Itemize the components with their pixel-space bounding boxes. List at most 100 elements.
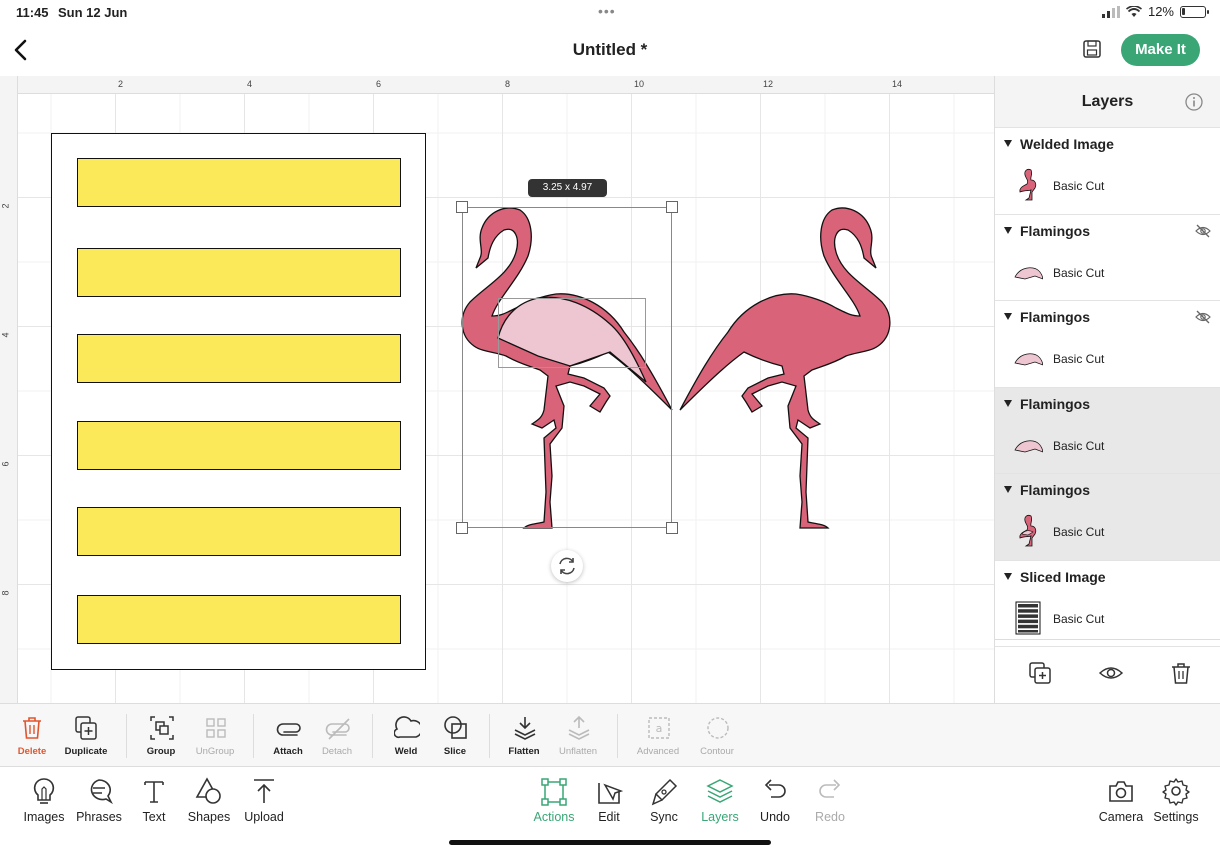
attach-button[interactable]: Attach [260, 704, 316, 768]
flamingo-icon [1019, 168, 1037, 201]
design-canvas[interactable]: 2 4 6 8 10 12 14 2 4 6 8 3.25 x 4.97 [0, 76, 994, 703]
strips-icon [1015, 601, 1041, 634]
text-button[interactable]: Text [126, 767, 182, 837]
flamingo-icon [1019, 514, 1037, 547]
flatten-button[interactable]: Flatten [496, 704, 552, 768]
eye-hidden-icon[interactable] [1195, 310, 1211, 324]
slice-button[interactable]: Slice [427, 704, 483, 768]
phrases-button[interactable]: Phrases [71, 767, 127, 837]
project-title: Untitled * [572, 40, 648, 59]
wifi-icon [1125, 5, 1142, 17]
contour-button[interactable]: Contour [689, 704, 745, 768]
ungroup-icon [206, 718, 226, 738]
contour-icon [707, 717, 729, 739]
undo-button[interactable]: Undo [747, 767, 803, 837]
svg-text:a: a [656, 722, 663, 735]
layers-tab[interactable]: Layers [692, 767, 748, 837]
layer-operation: Basic Cut [1053, 179, 1105, 193]
collapse-triangle-icon[interactable] [1004, 486, 1012, 493]
ruler-tick: 2 [0, 203, 11, 209]
home-indicator[interactable] [449, 840, 771, 845]
bottom-nav: Images Phrases Text Shapes Upload Action… [0, 767, 1220, 853]
collapse-triangle-icon[interactable] [1004, 313, 1012, 320]
save-icon[interactable] [1081, 38, 1103, 60]
yellow-strip[interactable] [77, 507, 401, 556]
undo-icon [764, 779, 786, 798]
layer-group-name: Flamingos [1020, 222, 1091, 239]
group-button[interactable]: Group [133, 704, 189, 768]
layer-group-name: Flamingos [1020, 395, 1091, 412]
collapse-triangle-icon[interactable] [1004, 226, 1012, 234]
redo-button[interactable]: Redo [802, 767, 858, 837]
resize-handle-bottom-left[interactable] [456, 522, 468, 534]
detach-button[interactable]: Detach [309, 704, 365, 768]
collapse-triangle-icon[interactable] [1004, 140, 1012, 147]
yellow-strip[interactable] [77, 595, 401, 644]
contour-label: Contour [700, 746, 734, 757]
rotate-handle[interactable] [551, 550, 583, 582]
paperclip-icon [276, 723, 301, 736]
camera-button[interactable]: Camera [1093, 767, 1149, 837]
ungroup-button[interactable]: UnGroup [187, 704, 243, 768]
sliced-image-sheet[interactable] [51, 133, 426, 670]
duplicate-button[interactable]: Duplicate [58, 704, 114, 768]
rotate-icon [559, 557, 575, 575]
trash-icon [23, 717, 41, 739]
ruler-left: 2 4 6 8 [0, 76, 18, 703]
weld-button[interactable]: Weld [378, 704, 434, 768]
unflatten-button[interactable]: Unflatten [550, 704, 606, 768]
resize-handle-top-left[interactable] [456, 201, 468, 213]
detach-label: Detach [321, 746, 353, 757]
actions-icon [541, 778, 567, 806]
battery-percent: 12% [1147, 4, 1174, 19]
layer-group[interactable]: Sliced Image Basic Cut [995, 561, 1220, 647]
layer-group[interactable]: Welded Image Basic Cut [995, 128, 1220, 215]
layer-group-name: Sliced Image [1020, 568, 1106, 585]
settings-button[interactable]: Settings [1148, 767, 1204, 837]
multitask-dots-icon[interactable]: ••• [598, 3, 616, 19]
layer-operation: Basic Cut [1053, 352, 1105, 366]
advanced-button[interactable]: a Advanced [630, 704, 686, 768]
layer-group-name: Flamingos [1020, 309, 1091, 325]
status-right: 12% [1101, 4, 1209, 19]
trash-icon[interactable] [1169, 661, 1193, 685]
yellow-strip[interactable] [77, 334, 401, 383]
wing-icon [1014, 266, 1043, 279]
status-time: 11:45 [16, 5, 49, 20]
speech-bubble-icon [90, 779, 113, 805]
shapes-button[interactable]: Shapes [181, 767, 237, 837]
unflatten-label: Unflatten [558, 746, 598, 757]
layer-operation: Basic Cut [1053, 611, 1105, 626]
layer-group[interactable]: Flamingos Basic Cut [995, 301, 1220, 388]
visibility-eye-icon[interactable] [1099, 661, 1123, 685]
flamingo-right[interactable] [678, 206, 892, 531]
delete-button[interactable]: Delete [4, 704, 60, 768]
resize-handle-bottom-right[interactable] [666, 522, 678, 534]
yellow-strip[interactable] [77, 421, 401, 470]
collapse-triangle-icon[interactable] [1004, 399, 1012, 407]
actions-tab[interactable]: Actions [526, 767, 582, 837]
edit-icon [598, 783, 623, 804]
slice-icon [444, 716, 467, 739]
images-button[interactable]: Images [16, 767, 72, 837]
sync-tab[interactable]: Sync [636, 767, 692, 837]
layer-group-selected[interactable]: Flamingos Basic Cut [995, 387, 1220, 474]
layer-group[interactable]: Flamingos Basic Cut [995, 215, 1220, 301]
weld-icon [394, 716, 420, 739]
layer-group-selected[interactable]: Flamingos Basic Cut [995, 474, 1220, 561]
upload-button[interactable]: Upload [236, 767, 292, 837]
layer-group-name: Flamingos [1020, 482, 1091, 498]
info-icon[interactable] [1185, 93, 1203, 111]
selection-box[interactable] [462, 207, 672, 528]
yellow-strip[interactable] [77, 248, 401, 297]
ruler-top: 2 4 6 8 10 12 14 [0, 76, 994, 94]
collapse-triangle-icon[interactable] [1004, 572, 1012, 580]
edit-tab[interactable]: Edit [581, 767, 637, 837]
ruler-tick: 6 [0, 461, 11, 467]
eye-hidden-icon[interactable] [1195, 224, 1211, 238]
make-it-button[interactable]: Make It [1121, 34, 1200, 66]
text-icon [144, 781, 164, 803]
yellow-strip[interactable] [77, 158, 401, 207]
resize-handle-top-right[interactable] [666, 201, 678, 213]
duplicate-layer-icon[interactable] [1028, 661, 1052, 685]
